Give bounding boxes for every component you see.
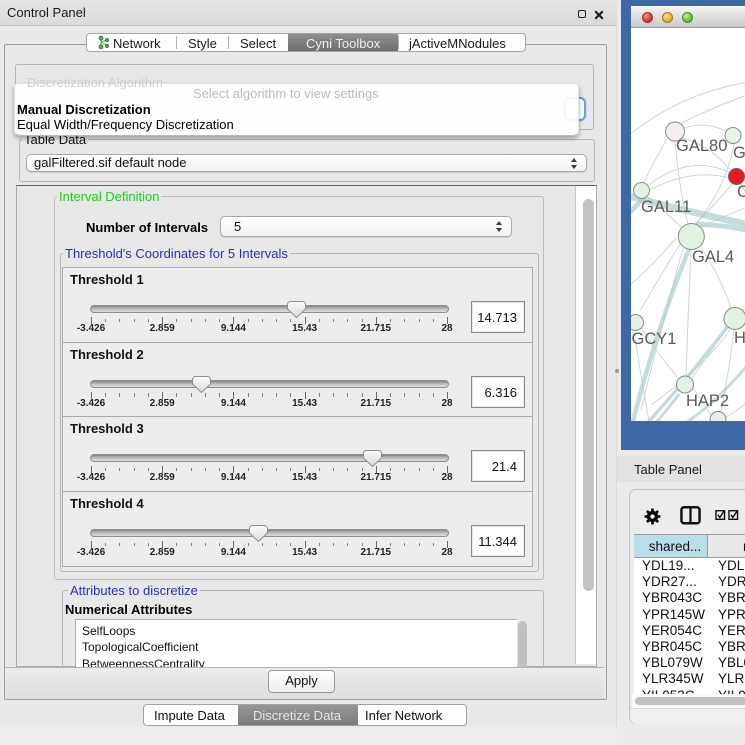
svg-text:C: C [737, 183, 745, 201]
svg-text:GAL4: GAL4 [692, 248, 734, 266]
svg-text:H: H [734, 329, 745, 347]
svg-text:HAP2: HAP2 [686, 392, 729, 410]
svg-text:GAL7: GAL7 [733, 144, 745, 162]
svg-text:GAL80: GAL80 [676, 137, 727, 155]
svg-text:GAL11: GAL11 [641, 198, 691, 216]
svg-text:GCY1: GCY1 [632, 330, 677, 348]
